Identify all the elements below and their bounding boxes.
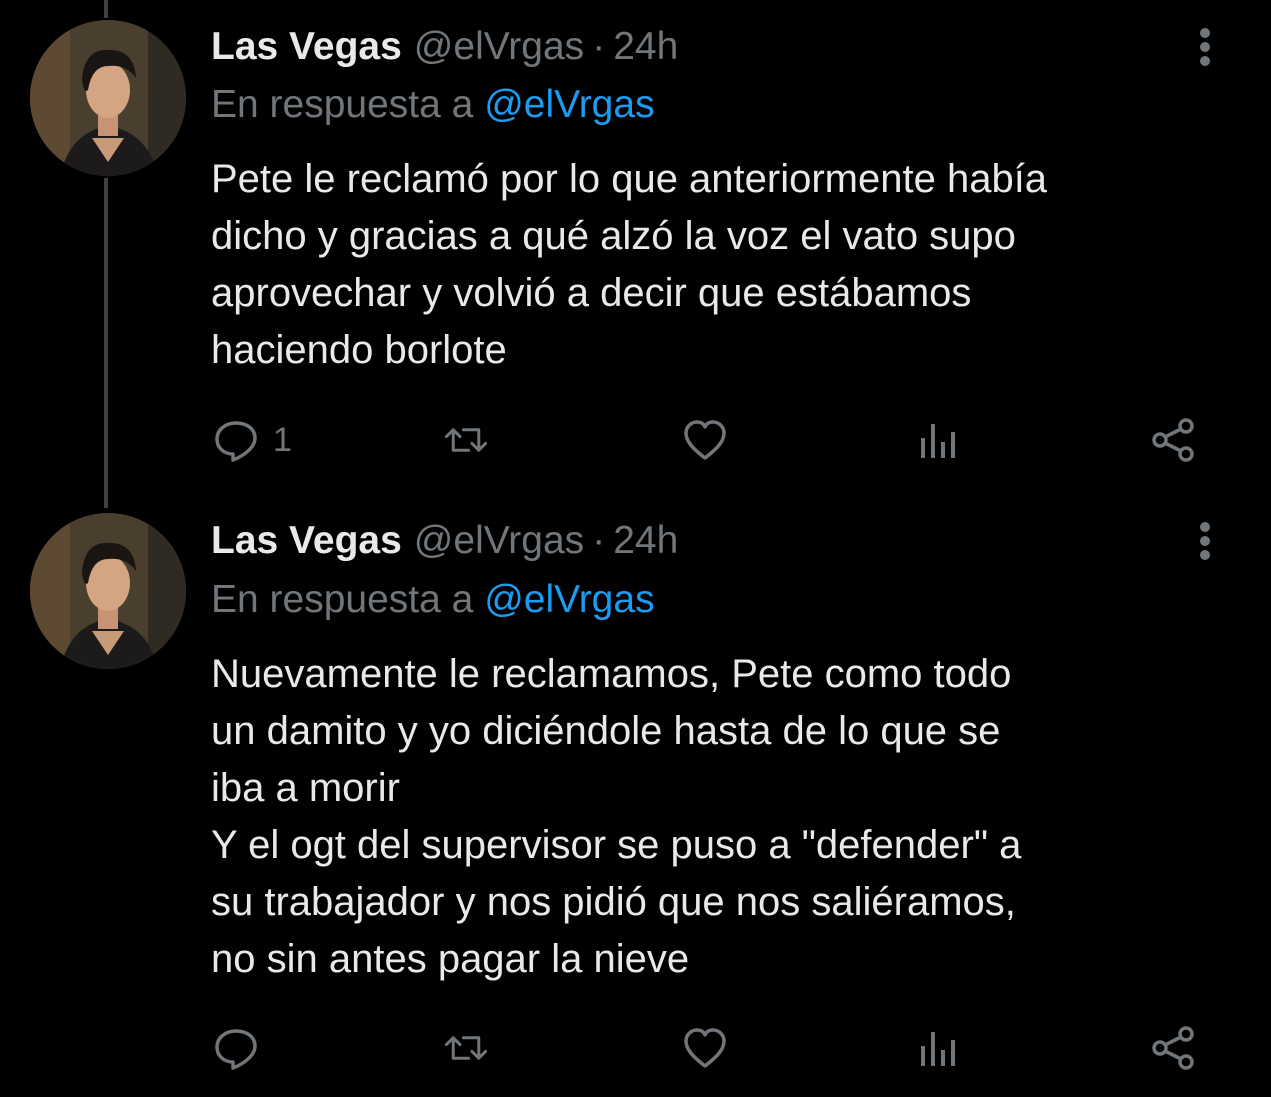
more-vertical-icon	[1200, 522, 1210, 560]
timestamp[interactable]: 24h	[613, 24, 678, 70]
avatar[interactable]	[30, 20, 186, 176]
avatar[interactable]	[30, 513, 186, 669]
user-handle[interactable]: @elVrgas	[414, 518, 584, 564]
reply-button[interactable]	[213, 1026, 273, 1070]
tweet-text: Nuevamente le reclamamos, Pete como todo…	[211, 652, 1022, 981]
tweet-thread: Las Vegas @elVrgas · 24h En respuesta a …	[0, 0, 1271, 1097]
views-button[interactable]	[917, 1026, 963, 1070]
tweet-text: Pete le reclamó por lo que anteriormente…	[211, 157, 1048, 372]
like-button[interactable]	[682, 418, 728, 462]
heart-icon	[684, 420, 726, 460]
retweet-icon	[444, 428, 488, 452]
share-button[interactable]	[1150, 418, 1196, 462]
separator-dot: ·	[592, 519, 606, 562]
share-button[interactable]	[1150, 1026, 1196, 1070]
reply-button[interactable]: 1	[213, 418, 292, 462]
reply-context: En respuesta a @elVrgas	[211, 577, 655, 623]
more-vertical-icon	[1200, 28, 1210, 66]
share-icon	[1152, 1026, 1194, 1070]
reply-handle-link[interactable]: @elVrgas	[484, 83, 654, 126]
more-options-button[interactable]	[1191, 518, 1219, 564]
reply-context: En respuesta a @elVrgas	[211, 82, 655, 128]
reply-handle-link[interactable]: @elVrgas	[484, 578, 654, 621]
views-bar-icon	[921, 1032, 955, 1066]
views-button[interactable]	[917, 418, 963, 462]
heart-icon	[684, 1028, 726, 1068]
retweet-button[interactable]	[443, 1026, 489, 1070]
reply-bubble-icon	[215, 1029, 257, 1070]
display-name[interactable]: Las Vegas	[211, 518, 402, 564]
display-name[interactable]: Las Vegas	[211, 24, 402, 70]
reply-bubble-icon	[215, 421, 257, 462]
more-options-button[interactable]	[1191, 24, 1219, 70]
user-handle[interactable]: @elVrgas	[414, 24, 584, 70]
retweet-button[interactable]	[443, 418, 489, 462]
reply-prefix: En respuesta a	[211, 578, 474, 621]
like-button[interactable]	[682, 1026, 728, 1070]
tweet-header: Las Vegas @elVrgas · 24h	[211, 24, 678, 70]
views-bar-icon	[921, 424, 955, 458]
share-icon	[1152, 418, 1194, 462]
timestamp[interactable]: 24h	[613, 518, 678, 564]
retweet-icon	[444, 1036, 488, 1060]
tweet-header: Las Vegas @elVrgas · 24h	[211, 518, 678, 564]
reply-prefix: En respuesta a	[211, 83, 474, 126]
separator-dot: ·	[592, 25, 606, 68]
reply-count: 1	[273, 421, 292, 459]
tweet[interactable]: Las Vegas @elVrgas · 24h En respuesta a …	[0, 500, 1271, 1097]
tweet[interactable]: Las Vegas @elVrgas · 24h En respuesta a …	[0, 0, 1271, 500]
